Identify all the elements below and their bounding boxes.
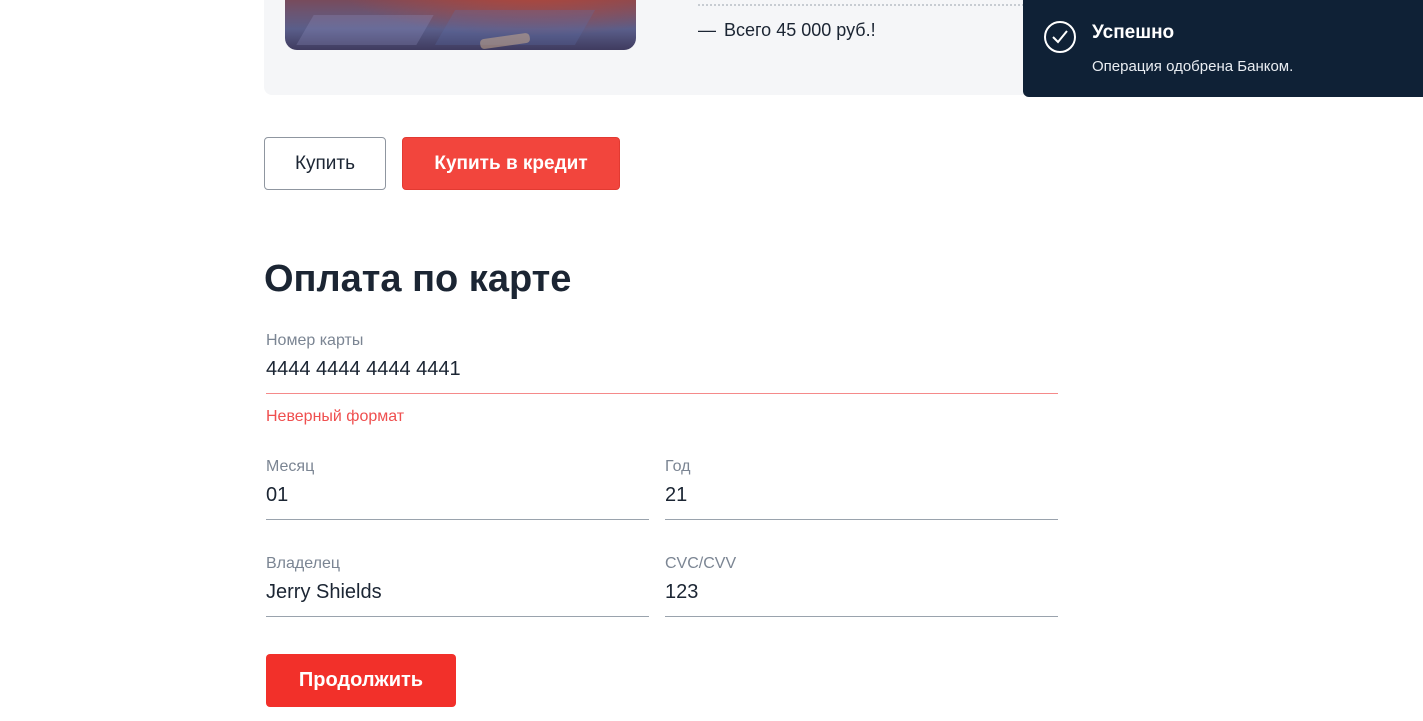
- year-label: Год: [665, 458, 691, 475]
- clipped-text-line: [698, 0, 1028, 6]
- year-input[interactable]: [665, 484, 1058, 520]
- product-image: [285, 0, 636, 50]
- month-input[interactable]: [266, 484, 649, 520]
- card-number-input[interactable]: [266, 358, 1058, 394]
- continue-button[interactable]: Продолжить: [266, 654, 456, 707]
- year-field: Год: [665, 458, 1058, 520]
- price-text: Всего 45 000 руб.!: [724, 20, 876, 40]
- owner-input[interactable]: [266, 581, 649, 617]
- card-number-field: Номер карты: [266, 332, 1058, 394]
- price-dash: —: [698, 20, 716, 40]
- cvc-label: CVC/CVV: [665, 555, 737, 572]
- success-notification[interactable]: Успешно Операция одобрена Банком.: [1023, 0, 1423, 97]
- month-field: Месяц: [266, 458, 649, 520]
- check-circle-icon: [1044, 21, 1076, 53]
- cvc-input[interactable]: [665, 581, 1058, 617]
- owner-label: Владелец: [266, 555, 341, 572]
- buy-button[interactable]: Купить: [264, 137, 386, 190]
- owner-field: Владелец: [266, 555, 649, 617]
- card-number-error: Неверный формат: [266, 408, 405, 425]
- page-title: Оплата по карте: [264, 258, 572, 300]
- product-price: — Всего 45 000 руб.!: [698, 20, 876, 41]
- cvc-field: CVC/CVV: [665, 555, 1058, 617]
- notification-message: Операция одобрена Банком.: [1092, 58, 1294, 75]
- image-detail: [296, 15, 434, 45]
- buy-credit-button[interactable]: Купить в кредит: [402, 137, 620, 190]
- card-number-label: Номер карты: [266, 332, 364, 349]
- notification-title: Успешно: [1092, 22, 1175, 43]
- month-label: Месяц: [266, 458, 315, 475]
